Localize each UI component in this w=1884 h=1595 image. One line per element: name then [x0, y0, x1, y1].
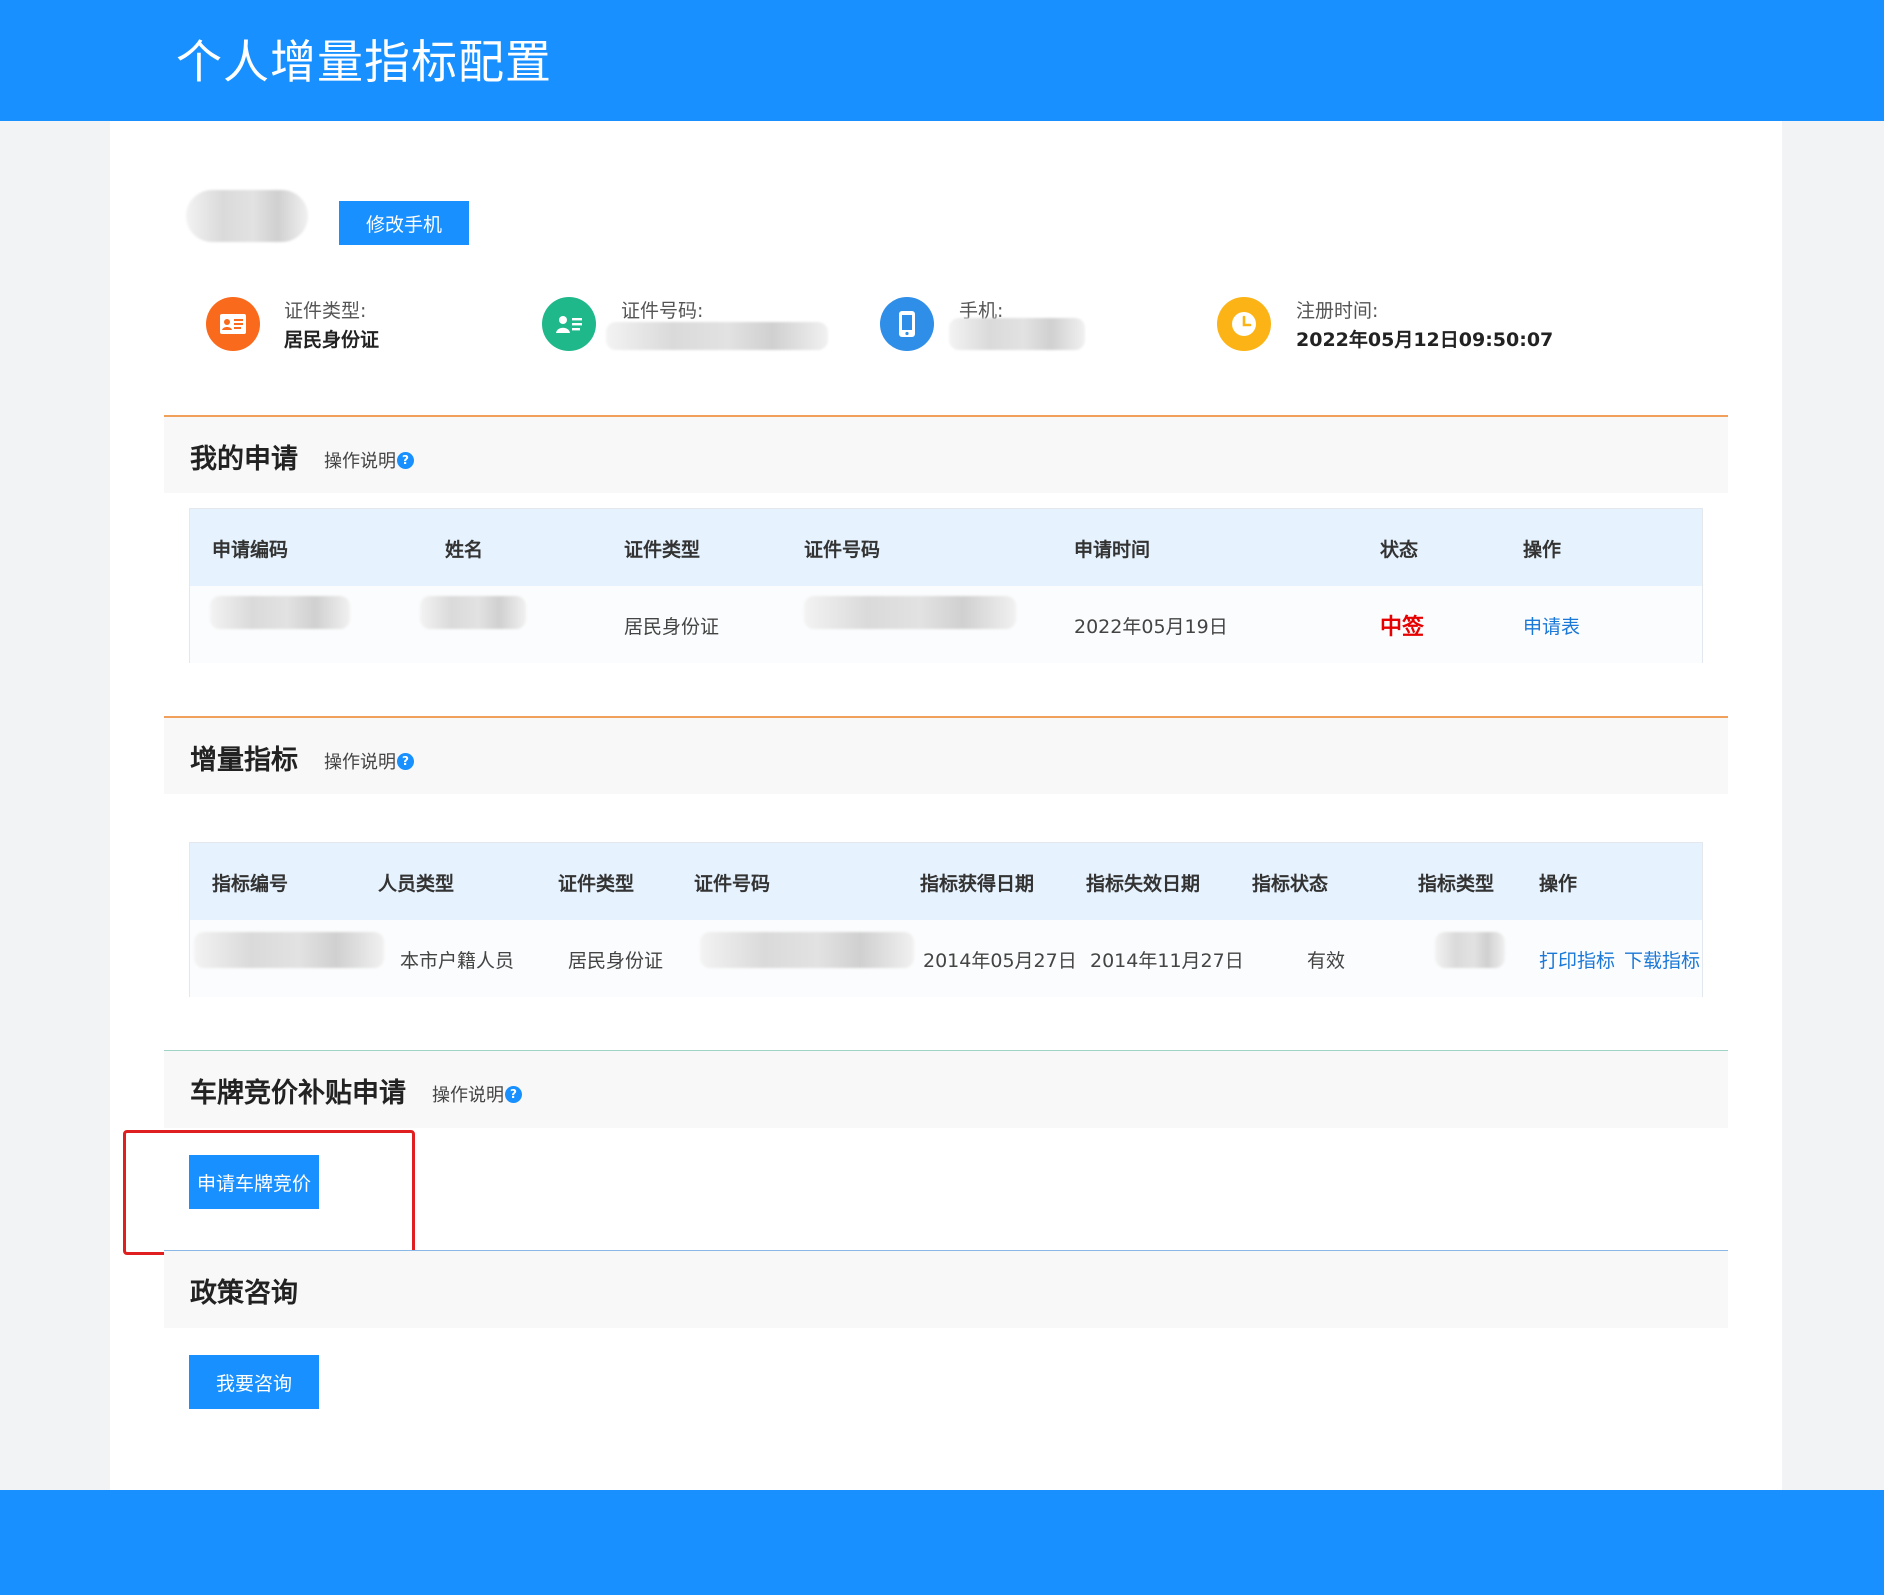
contact-card-icon — [542, 297, 596, 351]
apply-time-cell: 2022年05月19日 — [1074, 616, 1228, 638]
quota-status-cell: 有效 — [1307, 950, 1346, 972]
col-header: 申请时间 — [1074, 539, 1151, 561]
help-link[interactable]: 操作说明? — [324, 447, 414, 473]
help-label: 操作说明 — [324, 752, 396, 773]
table-row: 本市户籍人员 居民身份证 2014年05月27日 2014年11月27日 有效 … — [190, 920, 1702, 997]
clock-icon — [1217, 297, 1271, 351]
col-header: 指标类型 — [1418, 873, 1495, 895]
col-header: 指标失效日期 — [1086, 873, 1201, 895]
quota-type-redacted — [1435, 932, 1505, 968]
section-title: 车牌竞价补贴申请 — [190, 1078, 406, 1109]
col-header: 操作 — [1523, 539, 1562, 561]
quota-header: 增量指标 操作说明? — [164, 716, 1728, 794]
id-card-icon — [206, 297, 260, 351]
col-header: 指标编号 — [212, 873, 289, 895]
table-header: 申请编码 姓名 证件类型 证件号码 申请时间 状态 操作 — [190, 509, 1702, 586]
quota-table: 指标编号 人员类型 证件类型 证件号码 指标获得日期 指标失效日期 指标状态 指… — [189, 842, 1703, 997]
consult-button[interactable]: 我要咨询 — [189, 1355, 319, 1409]
download-quota-link[interactable]: 下载指标 — [1624, 946, 1700, 973]
col-header: 操作 — [1539, 873, 1578, 895]
col-header: 指标状态 — [1252, 873, 1329, 895]
policy-header: 政策咨询 — [164, 1250, 1728, 1328]
id-number-label: 证件号码: — [621, 300, 704, 322]
id-type-cell: 居民身份证 — [624, 616, 720, 638]
id-number-redacted — [804, 596, 1016, 629]
help-label: 操作说明 — [432, 1085, 504, 1106]
col-header: 证件号码 — [804, 539, 881, 561]
help-link[interactable]: 操作说明? — [432, 1081, 522, 1107]
id-number-redacted — [700, 932, 914, 968]
phone-redacted — [949, 318, 1085, 350]
application-form-link[interactable]: 申请表 — [1523, 612, 1580, 639]
section-title: 增量指标 — [190, 745, 298, 776]
col-header: 姓名 — [445, 539, 484, 561]
quota-number-redacted — [194, 932, 384, 968]
section-title: 我的申请 — [190, 444, 298, 475]
id-type-label: 证件类型: — [284, 300, 367, 322]
id-number-redacted — [606, 322, 828, 350]
register-time-value: 2022年05月12日09:50:07 — [1296, 329, 1554, 351]
col-header: 人员类型 — [378, 873, 455, 895]
expire-date-cell: 2014年11月27日 — [1090, 950, 1244, 972]
help-label: 操作说明 — [324, 451, 396, 472]
col-header: 证件号码 — [694, 873, 771, 895]
person-type-cell: 本市户籍人员 — [400, 950, 515, 972]
id-type-value: 居民身份证 — [284, 329, 380, 351]
my-applications-header: 我的申请 操作说明? — [164, 415, 1728, 493]
help-icon: ? — [397, 451, 414, 469]
register-time-label: 注册时间: — [1296, 300, 1379, 322]
table-row: 居民身份证 2022年05月19日 中签 申请表 — [190, 586, 1702, 663]
print-quota-link[interactable]: 打印指标 — [1539, 946, 1615, 973]
col-header: 证件类型 — [624, 539, 701, 561]
applications-table: 申请编码 姓名 证件类型 证件号码 申请时间 状态 操作 居民身份证 2022年… — [189, 508, 1703, 663]
avatar-name-redacted — [186, 190, 308, 242]
help-link[interactable]: 操作说明? — [324, 748, 414, 774]
section-title: 政策咨询 — [190, 1278, 298, 1309]
id-type-cell: 居民身份证 — [568, 950, 664, 972]
edit-phone-button[interactable]: 修改手机 — [339, 201, 469, 245]
highlight-box — [123, 1130, 415, 1255]
top-banner: 个人增量指标配置 — [0, 0, 1884, 121]
col-header: 申请编码 — [212, 539, 289, 561]
footer-bar — [0, 1490, 1884, 1595]
status-cell: 中签 — [1380, 615, 1425, 640]
mobile-phone-icon — [880, 297, 934, 351]
obtain-date-cell: 2014年05月27日 — [923, 950, 1077, 972]
col-header: 证件类型 — [558, 873, 635, 895]
name-redacted — [420, 596, 526, 629]
help-icon: ? — [505, 1085, 522, 1103]
col-header: 指标获得日期 — [920, 873, 1035, 895]
subsidy-header: 车牌竞价补贴申请 操作说明? — [164, 1050, 1728, 1128]
table-header: 指标编号 人员类型 证件类型 证件号码 指标获得日期 指标失效日期 指标状态 指… — [190, 843, 1702, 920]
application-code-redacted — [210, 596, 350, 629]
col-header: 状态 — [1380, 539, 1419, 561]
page-title: 个人增量指标配置 — [176, 35, 552, 89]
help-icon: ? — [397, 752, 414, 770]
